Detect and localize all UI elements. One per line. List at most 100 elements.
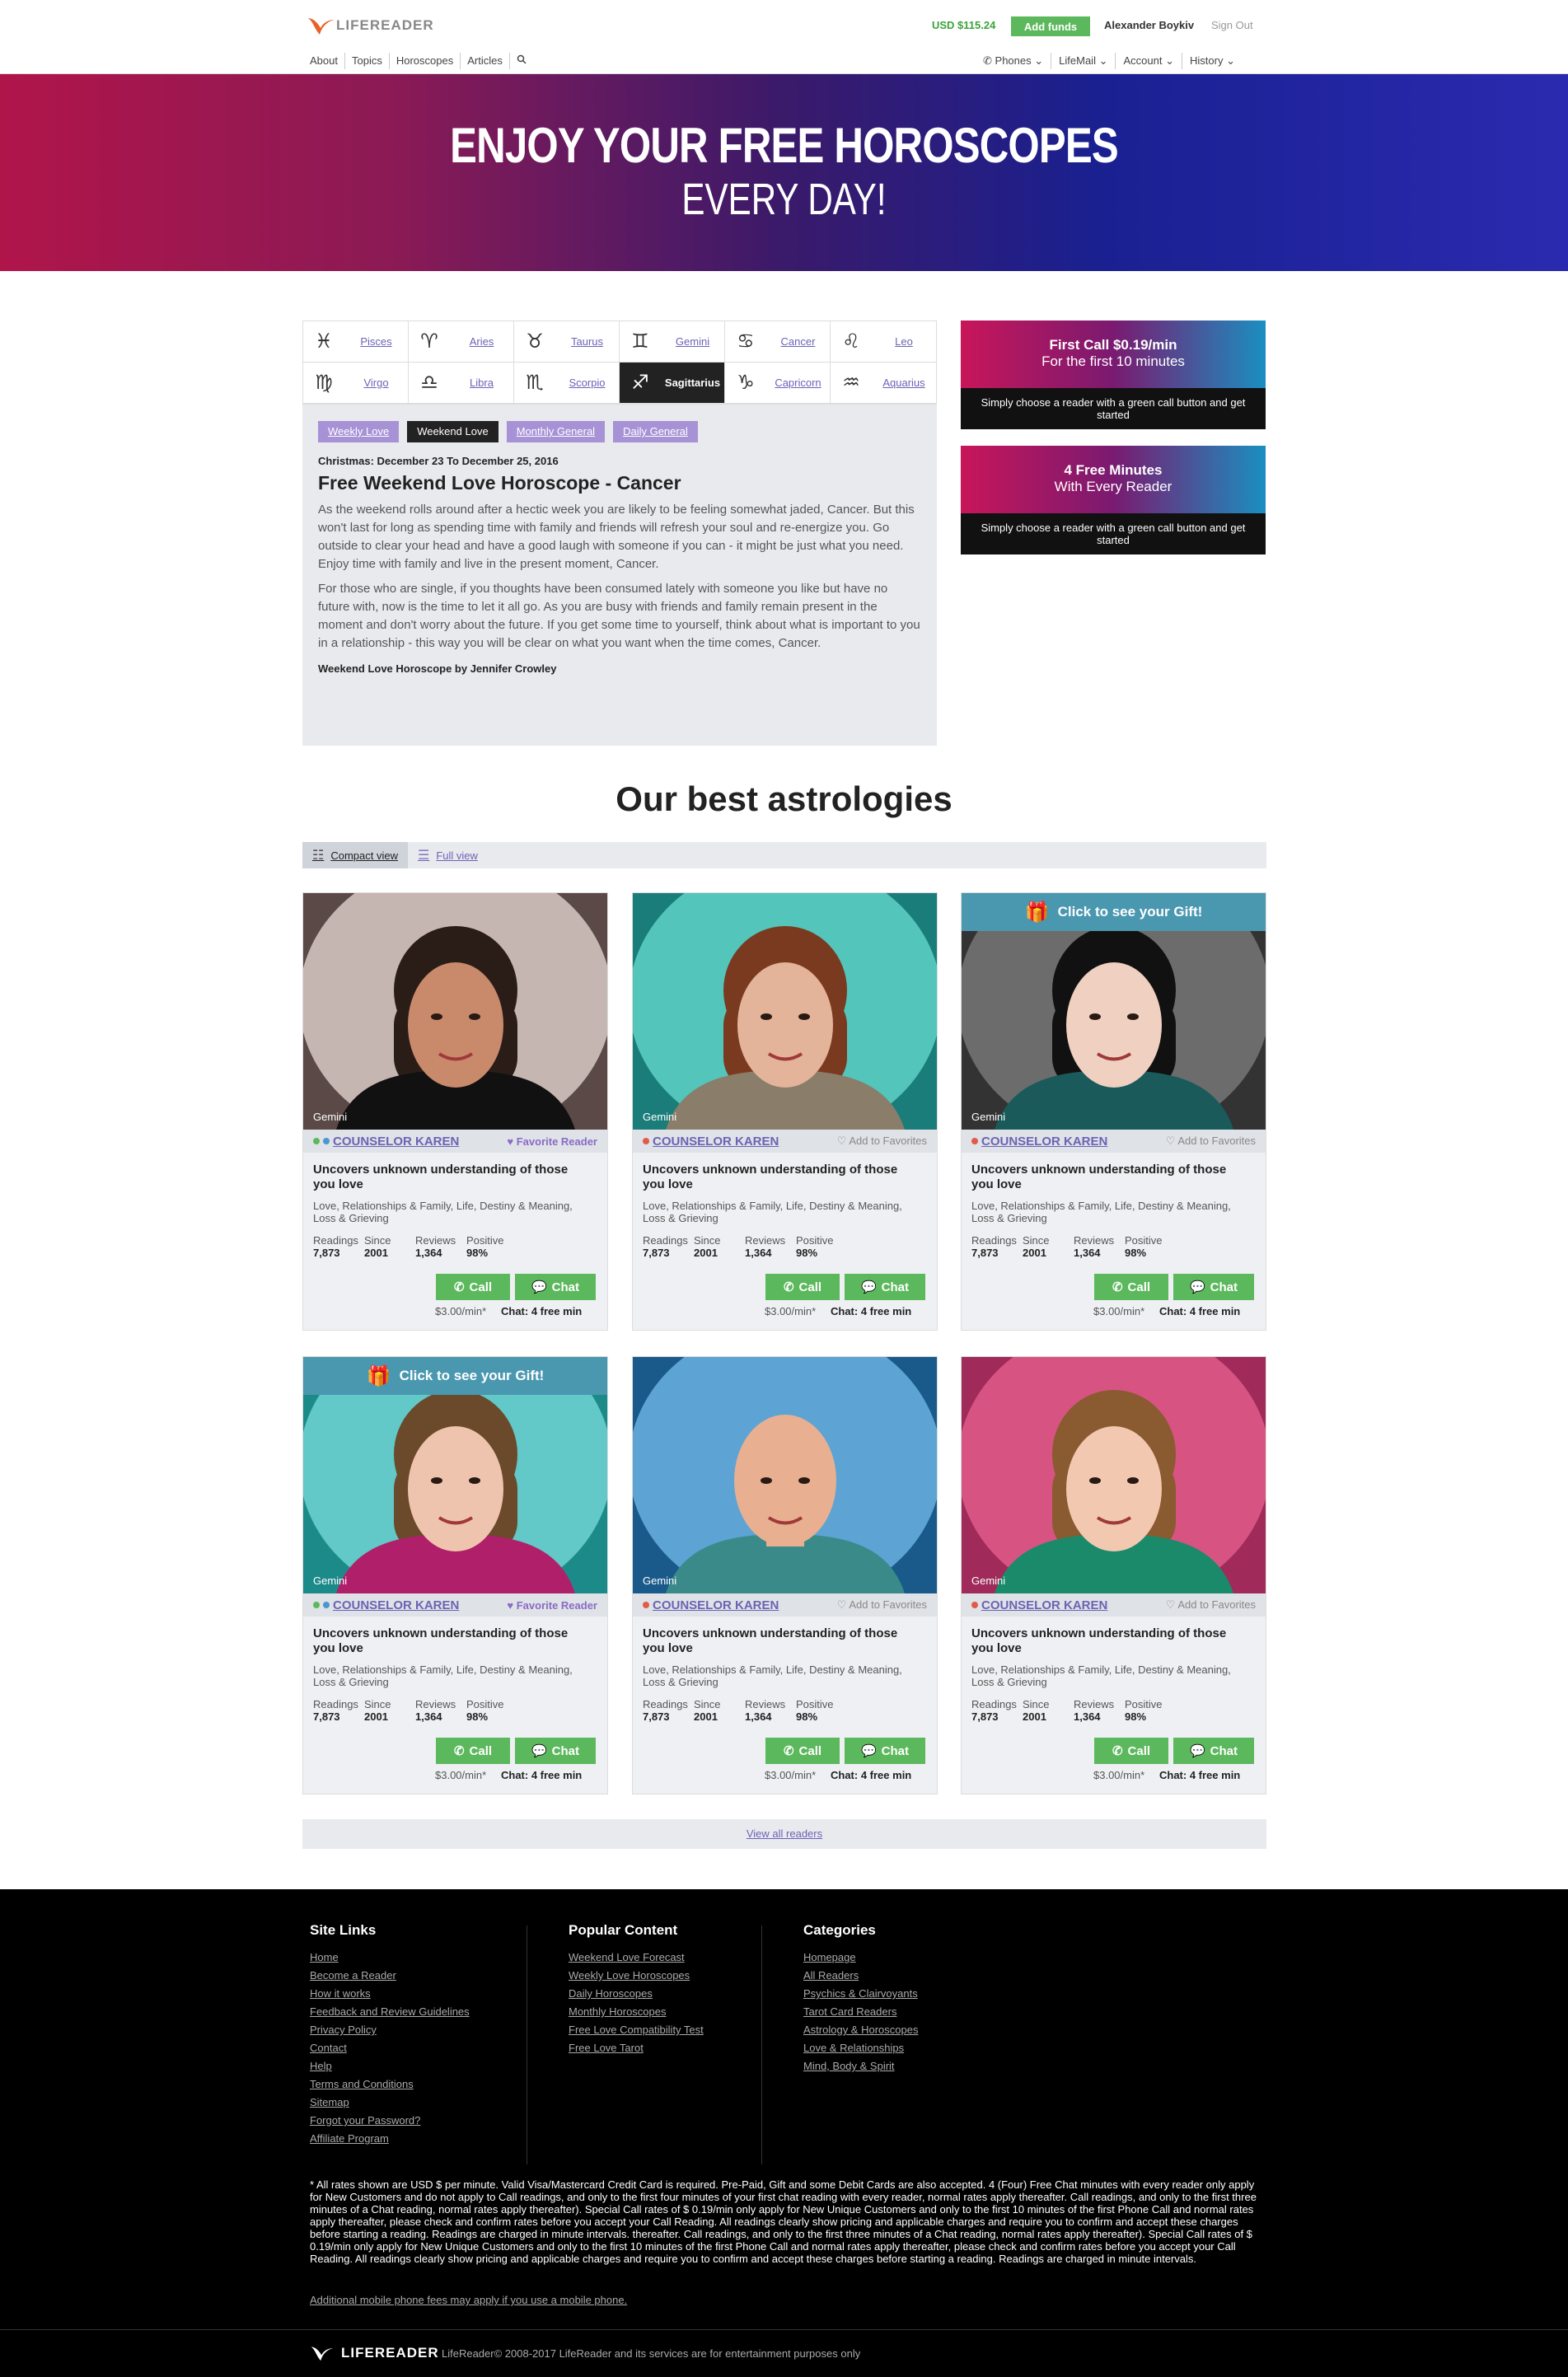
reader-photo-wrap[interactable]: Gemini (303, 893, 607, 1130)
chat-button[interactable]: 💬 Chat (515, 1738, 596, 1764)
nav-lifemail[interactable]: LifeMail ⌄ (1051, 53, 1116, 69)
footer-link[interactable]: Psychics & Clairvoyants (803, 1985, 918, 2003)
mobile-fees-link[interactable]: Additional mobile phone fees may apply i… (310, 2294, 627, 2306)
reader-name-link[interactable]: COUNSELOR KAREN (333, 1135, 507, 1149)
footer-link[interactable]: Monthly Horoscopes (569, 2003, 704, 2021)
reader-name-link[interactable]: COUNSELOR KAREN (981, 1598, 1166, 1612)
zodiac-capricorn[interactable]: ♑ Capricorn (725, 363, 831, 404)
footer-link[interactable]: Forgot your Password? (310, 2112, 470, 2130)
zodiac-virgo[interactable]: ♍ Virgo (303, 363, 409, 404)
tab-monthly-general[interactable]: Monthly General (506, 421, 606, 442)
favorite-button[interactable]: ♡ Add to Favorites (1166, 1135, 1256, 1148)
footer-link[interactable]: Tarot Card Readers (803, 2003, 918, 2021)
tab-daily-general[interactable]: Daily General (613, 421, 698, 442)
chat-button[interactable]: 💬 Chat (1173, 1274, 1254, 1300)
zodiac-cancer[interactable]: ♋ Cancer (725, 321, 831, 363)
call-button[interactable]: ✆ Call (1094, 1274, 1168, 1300)
footer-link[interactable]: Daily Horoscopes (569, 1985, 704, 2003)
call-button[interactable]: ✆ Call (436, 1738, 510, 1764)
reader-card[interactable]: Gemini COUNSELOR KAREN ♡ Add to Favorites U… (632, 892, 938, 1331)
sign-out-link[interactable]: Sign Out (1211, 19, 1253, 31)
zodiac-sagittarius[interactable]: ♐ Sagittarius (620, 363, 725, 404)
zodiac-aquarius[interactable]: ♒ Aquarius (831, 363, 936, 404)
chat-button[interactable]: 💬 Chat (845, 1738, 925, 1764)
footer-link[interactable]: Home (310, 1949, 470, 1967)
nav-about[interactable]: About (303, 53, 345, 69)
reader-card[interactable]: Gemini 🎁 Click to see your Gift! COUNSELOR … (961, 892, 1266, 1331)
promo-free-minutes[interactable]: 4 Free Minutes With Every Reader Simply … (961, 446, 1266, 554)
tab-weekly-love[interactable]: Weekly Love (318, 421, 400, 442)
footer-link[interactable]: Privacy Policy (310, 2021, 470, 2039)
zodiac-scorpio[interactable]: ♏ Scorpio (514, 363, 620, 404)
reader-name-link[interactable]: COUNSELOR KAREN (653, 1135, 837, 1149)
heart-icon: ♡ (1165, 1135, 1176, 1147)
footer-link[interactable]: Astrology & Horoscopes (803, 2021, 918, 2039)
add-funds-button[interactable]: Add funds (1011, 16, 1090, 36)
footer-link[interactable]: All Readers (803, 1967, 918, 1985)
footer-link[interactable]: Weekend Love Forecast (569, 1949, 704, 1967)
reader-name-link[interactable]: COUNSELOR KAREN (333, 1598, 507, 1612)
compact-view-button[interactable]: ☷ Compact view (302, 842, 408, 868)
promo-headline: 4 Free Minutes (1064, 462, 1163, 478)
reader-card[interactable]: Gemini 🎁 Click to see your Gift! COUNSELOR … (302, 1356, 608, 1794)
footer-link[interactable]: Free Love Compatibility Test (569, 2021, 704, 2039)
reader-card[interactable]: Gemini COUNSELOR KAREN ♡ Add to Favorites U… (632, 1356, 938, 1794)
footer-logo[interactable]: LIFEREADER (310, 2342, 439, 2364)
zodiac-gemini[interactable]: ♊ Gemini (620, 321, 725, 363)
reader-name-link[interactable]: COUNSELOR KAREN (981, 1135, 1166, 1149)
zodiac-leo[interactable]: ♌ Leo (831, 321, 936, 363)
call-button[interactable]: ✆ Call (765, 1274, 840, 1300)
footer-link[interactable]: Love & Relationships (803, 2039, 918, 2057)
call-button[interactable]: ✆ Call (765, 1738, 840, 1764)
promo-first-call[interactable]: First Call $0.19/min For the first 10 mi… (961, 321, 1266, 429)
stat-label: Positive (796, 1698, 834, 1710)
footer-link[interactable]: Free Love Tarot (569, 2039, 704, 2057)
chat-button[interactable]: 💬 Chat (1173, 1738, 1254, 1764)
search-icon[interactable] (510, 53, 533, 69)
reader-card[interactable]: Gemini COUNSELOR KAREN ♡ Add to Favorites U… (961, 1356, 1266, 1794)
reader-card[interactable]: Gemini COUNSELOR KAREN ♥ Favorite Reader Un… (302, 892, 608, 1331)
footer-link[interactable]: Weekly Love Horoscopes (569, 1967, 704, 1985)
reader-photo-wrap[interactable]: Gemini (633, 893, 937, 1130)
favorite-button[interactable]: ♡ Add to Favorites (1166, 1598, 1256, 1612)
reader-photo-wrap[interactable]: Gemini (962, 1357, 1266, 1593)
logo[interactable]: LIFEREADER (307, 13, 434, 38)
footer-link[interactable]: Become a Reader (310, 1967, 470, 1985)
tab-weekend-love[interactable]: Weekend Love (407, 421, 498, 442)
favorite-button[interactable]: ♥ Favorite Reader (507, 1599, 597, 1612)
call-button[interactable]: ✆ Call (1094, 1738, 1168, 1764)
nav-horoscopes[interactable]: Horoscopes (390, 53, 461, 69)
nav-topics[interactable]: Topics (345, 53, 390, 69)
favorite-button[interactable]: ♡ Add to Favorites (837, 1598, 927, 1612)
full-view-button[interactable]: ☰ Full view (408, 842, 488, 868)
favorite-button[interactable]: ♡ Add to Favorites (837, 1135, 927, 1148)
favorite-button[interactable]: ♥ Favorite Reader (507, 1135, 597, 1148)
call-button[interactable]: ✆ Call (436, 1274, 510, 1300)
footer-link[interactable]: Help (310, 2057, 470, 2075)
footer-link[interactable]: Terms and Conditions (310, 2075, 470, 2094)
zodiac-taurus[interactable]: ♉ Taurus (514, 321, 620, 363)
zodiac-aries[interactable]: ♈ Aries (409, 321, 514, 363)
gift-banner[interactable]: 🎁 Click to see your Gift! (962, 893, 1266, 931)
footer-link[interactable]: Contact (310, 2039, 470, 2057)
zodiac-pisces[interactable]: ♓ Pisces (303, 321, 409, 363)
gift-banner[interactable]: 🎁 Click to see your Gift! (303, 1357, 607, 1395)
chat-button[interactable]: 💬 Chat (515, 1274, 596, 1300)
reader-sign: Gemini (643, 1575, 677, 1587)
chat-button[interactable]: 💬 Chat (845, 1274, 925, 1300)
reader-name-link[interactable]: COUNSELOR KAREN (653, 1598, 837, 1612)
footer-link[interactable]: How it works (310, 1985, 470, 2003)
footer-link[interactable]: Affiliate Program (310, 2130, 470, 2148)
footer-link[interactable]: Sitemap (310, 2094, 470, 2112)
footer-link[interactable]: Mind, Body & Spirit (803, 2057, 918, 2075)
footer-link[interactable]: Homepage (803, 1949, 918, 1967)
nav-articles[interactable]: Articles (461, 53, 510, 69)
footer-link[interactable]: Feedback and Review Guidelines (310, 2003, 470, 2021)
reader-photo-wrap[interactable]: Gemini (633, 1357, 937, 1593)
nav-history[interactable]: History ⌄ (1182, 53, 1243, 69)
status-dot (323, 1138, 330, 1144)
view-all-readers-link[interactable]: View all readers (302, 1819, 1266, 1849)
zodiac-libra[interactable]: ♎ Libra (409, 363, 514, 404)
nav-account[interactable]: Account ⌄ (1116, 53, 1182, 69)
nav-phones[interactable]: ✆ Phones ⌄ (976, 53, 1052, 69)
